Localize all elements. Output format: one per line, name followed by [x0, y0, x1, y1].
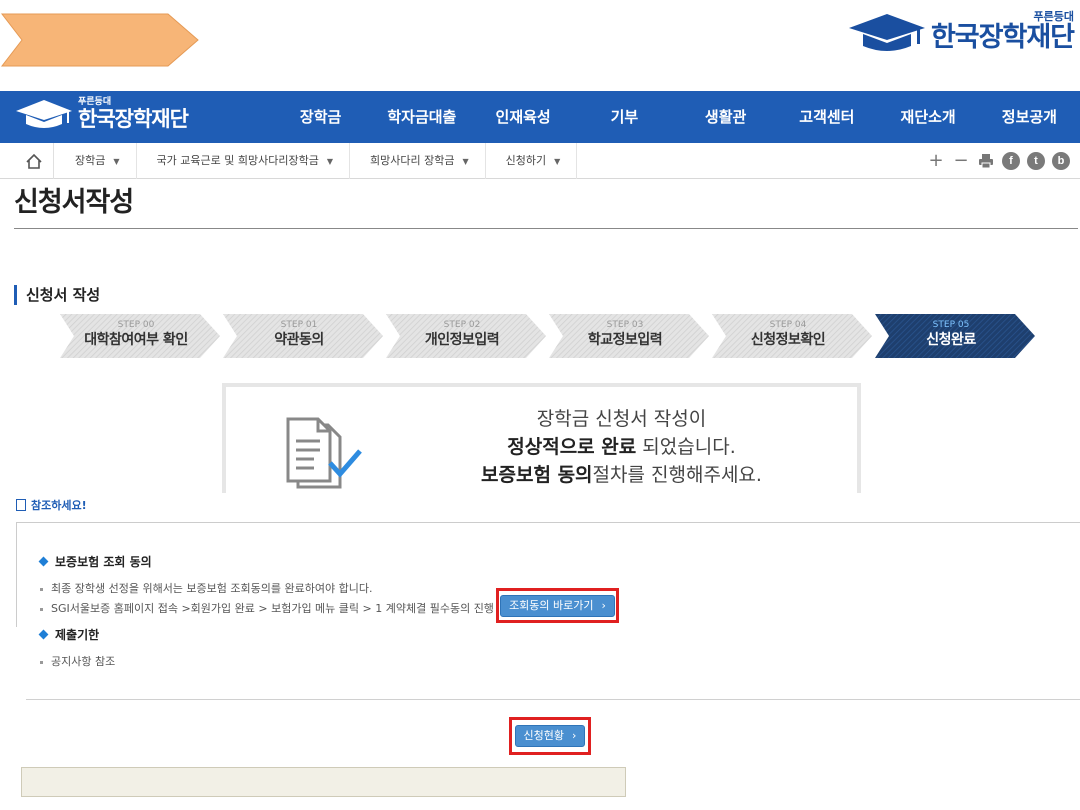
- page-tools: + − f t b: [927, 143, 1070, 179]
- completion-line-2-bold: 정상적으로 완료: [507, 436, 637, 458]
- caret-down-icon: ▼: [462, 157, 469, 166]
- step-05-active: STEP 05 신청완료: [875, 314, 1035, 358]
- breadcrumb-item-national-work[interactable]: 국가 교육근로 및 희망사다리장학금 ▼: [137, 143, 350, 179]
- step-number: STEP 05: [932, 320, 970, 330]
- step-name: 개인정보입력: [424, 332, 500, 348]
- bottom-panel: [21, 767, 626, 797]
- goto-consent-label: 조회동의 바로가기: [509, 598, 594, 612]
- step-progress: STEP 00 대학참여여부 확인 STEP 01 약관동의 STEP 02 개인정보…: [60, 314, 1040, 358]
- content-divider: [26, 699, 1080, 700]
- blog-icon[interactable]: b: [1052, 152, 1070, 170]
- step-02: STEP 02 개인정보입력: [386, 314, 546, 358]
- breadcrumb-label: 국가 교육근로 및 희망사다리장학금: [156, 154, 319, 167]
- step-number: STEP 01: [280, 320, 318, 330]
- nav-item-scholarship[interactable]: 장학금: [270, 91, 371, 143]
- twitter-icon[interactable]: t: [1027, 152, 1045, 170]
- bullet-text: 최종 장학생 선정을 위해서는 보증보험 조회동의를 완료하여야 합니다.: [51, 582, 373, 595]
- step-number: STEP 00: [117, 320, 155, 330]
- section-title: 신청서 작성: [14, 285, 100, 305]
- step-03: STEP 03 학교정보입력: [549, 314, 709, 358]
- list-item: 공지사항 참조: [40, 653, 115, 669]
- print-icon[interactable]: [977, 152, 995, 170]
- reference-title: 참조하세요!: [16, 497, 87, 513]
- breadcrumb-label: 희망사다리 장학금: [369, 154, 455, 167]
- home-icon: [26, 153, 42, 169]
- deadline-heading-text: 제출기한: [55, 628, 100, 642]
- completion-line-3-rest: 절차를 진행해주세요.: [592, 464, 762, 486]
- completion-line-1: 장학금 신청서 작성이: [536, 408, 707, 430]
- caret-down-icon: ▼: [554, 157, 561, 166]
- step-name: 대학참여여부 확인: [84, 332, 188, 348]
- completion-message: 장학금 신청서 작성이 정상적으로 완료 되었습니다. 보증보험 동의절차를 진…: [406, 405, 837, 489]
- insurance-heading: 보증보험 조회 동의: [38, 553, 152, 570]
- list-item: 최종 장학생 선정을 위해서는 보증보험 조회동의를 완료하여야 합니다.: [40, 580, 372, 596]
- nav-item-disclosure[interactable]: 정보공개: [979, 91, 1080, 143]
- step-number: STEP 03: [606, 320, 644, 330]
- breadcrumb-item-apply[interactable]: 신청하기 ▼: [486, 143, 578, 179]
- breadcrumb-label: 장학금: [75, 154, 106, 167]
- breadcrumb-label: 신청하기: [505, 154, 547, 167]
- graduation-cap-icon: [16, 100, 72, 128]
- step-name: 학교정보입력: [587, 332, 663, 348]
- application-status-label: 신청현황: [523, 729, 565, 742]
- step-number: STEP 04: [769, 320, 807, 330]
- nav-item-customer-center[interactable]: 고객센터: [776, 91, 877, 143]
- nav-item-loan[interactable]: 학자금대출: [371, 91, 472, 143]
- breadcrumb-item-scholarship[interactable]: 장학금 ▼: [55, 143, 137, 179]
- nav-menu: 장학금 학자금대출 인재육성 기부 생활관 고객센터 재단소개 정보공개: [270, 91, 1080, 143]
- note-icon: [16, 499, 26, 511]
- nav-logo-main: 한국장학재단: [78, 107, 189, 131]
- nav-item-donation[interactable]: 기부: [574, 91, 675, 143]
- chevron-right-icon: ›: [601, 598, 606, 612]
- nav-item-dormitory[interactable]: 생활관: [675, 91, 776, 143]
- caret-down-icon: ▼: [113, 157, 120, 166]
- status-button-frame: 신청현황 ›: [509, 717, 591, 755]
- step-name: 신청완료: [926, 332, 976, 348]
- caret-down-icon: ▼: [326, 157, 333, 166]
- top-logo-main: 한국장학재단: [930, 22, 1075, 53]
- bullet-text: SGI서울보증 홈페이지 접속 >회원가입 완료 > 보험가입 메뉴 클릭 > …: [51, 602, 494, 615]
- nav-item-talent[interactable]: 인재육성: [473, 91, 574, 143]
- facebook-icon[interactable]: f: [1002, 152, 1020, 170]
- title-divider: [14, 228, 1078, 229]
- main-nav: 푸른등대 한국장학재단 장학금 학자금대출 인재육성 기부 생활관 고객센터 재…: [0, 91, 1080, 143]
- completion-line-2-rest: 되었습니다.: [636, 436, 736, 458]
- insurance-heading-text: 보증보험 조회 동의: [55, 555, 152, 569]
- page-title: 신청서작성: [14, 187, 134, 218]
- home-button[interactable]: [14, 143, 54, 179]
- graduation-cap-icon: [848, 14, 925, 51]
- step-00: STEP 00 대학참여여부 확인: [60, 314, 220, 358]
- goto-consent-frame: 조회동의 바로가기 ›: [496, 588, 619, 623]
- deadline-heading: 제출기한: [38, 626, 100, 643]
- diamond-bullet-icon: [38, 629, 49, 640]
- nav-logo-sub: 푸른등대: [78, 97, 112, 107]
- reference-title-text: 참조하세요!: [31, 499, 87, 512]
- zoom-in-icon[interactable]: +: [927, 152, 945, 170]
- step-01: STEP 01 약관동의: [223, 314, 383, 358]
- document-check-icon: [286, 417, 362, 489]
- top-logo[interactable]: 푸른등대 한국장학재단: [847, 10, 1075, 54]
- breadcrumb: 장학금 ▼ 국가 교육근로 및 희망사다리장학금 ▼ 희망사다리 장학금 ▼ 신청하기…: [0, 143, 1080, 179]
- nav-item-about[interactable]: 재단소개: [878, 91, 979, 143]
- diamond-bullet-icon: [38, 556, 49, 567]
- completion-box: 장학금 신청서 작성이 정상적으로 완료 되었습니다. 보증보험 동의절차를 진…: [222, 383, 861, 493]
- goto-consent-button[interactable]: 조회동의 바로가기 ›: [500, 594, 615, 617]
- chevron-right-icon: ›: [572, 729, 577, 742]
- step-name: 약관동의: [274, 332, 324, 348]
- banner-arrow: [0, 13, 199, 67]
- breadcrumb-item-hope-ladder[interactable]: 희망사다리 장학금 ▼: [350, 143, 486, 179]
- step-number: STEP 02: [443, 320, 481, 330]
- nav-logo[interactable]: 푸른등대 한국장학재단: [14, 97, 189, 131]
- application-status-button[interactable]: 신청현황 ›: [514, 725, 586, 747]
- completion-line-3-bold: 보증보험 동의: [481, 464, 593, 486]
- zoom-out-icon[interactable]: −: [952, 152, 970, 170]
- bullet-text: 공지사항 참조: [51, 655, 116, 668]
- list-item: SGI서울보증 홈페이지 접속 >회원가입 완료 > 보험가입 메뉴 클릭 > …: [40, 600, 494, 616]
- step-04: STEP 04 신청정보확인: [712, 314, 872, 358]
- step-name: 신청정보확인: [750, 332, 826, 348]
